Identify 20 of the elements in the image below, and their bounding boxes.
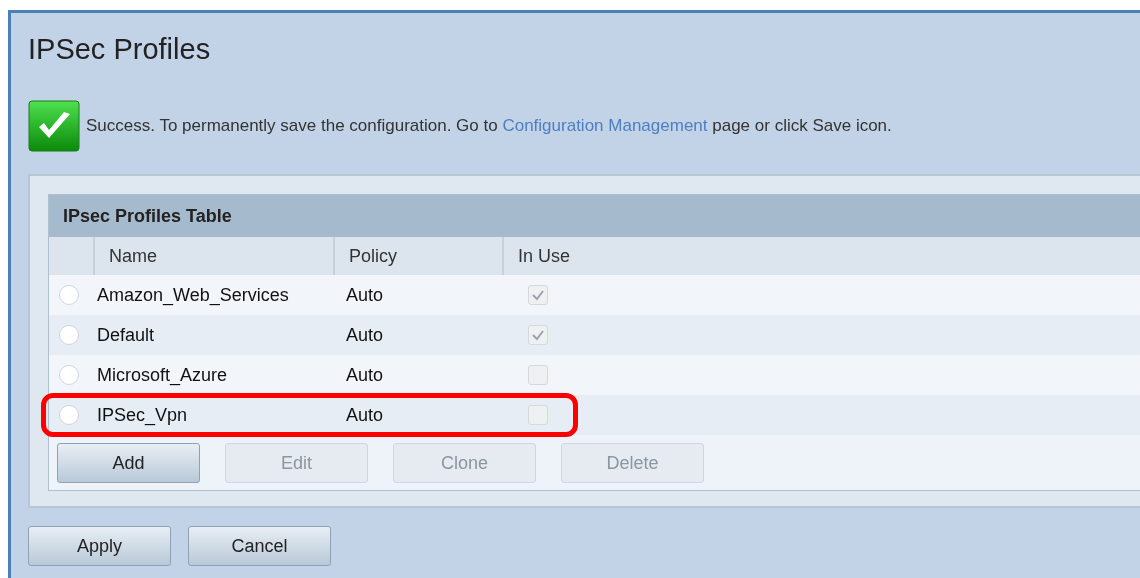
policy-value: Auto: [346, 324, 384, 346]
profile-name: Default: [96, 324, 155, 346]
table-title: IPsec Profiles Table: [63, 205, 232, 227]
policy-value: Auto: [346, 404, 384, 426]
cancel-button[interactable]: Cancel: [188, 526, 331, 566]
row-radio-button[interactable]: [59, 365, 79, 385]
success-message: Success. To permanently save the configuration. Go to Configuration Management page or click Save icon.: [86, 116, 892, 136]
configuration-management-link[interactable]: Configuration Management: [502, 116, 708, 135]
page-title: IPSec Profiles: [28, 33, 211, 66]
profile-name: Amazon_Web_Services: [96, 284, 289, 306]
row-radio-button[interactable]: [59, 405, 79, 425]
row-radio-button[interactable]: [59, 285, 79, 305]
add-button[interactable]: Add: [57, 443, 200, 483]
success-check-icon: [28, 100, 80, 152]
profile-name: Microsoft_Azure: [96, 364, 228, 386]
profile-name: IPSec_Vpn: [96, 404, 188, 426]
policy-value: Auto: [346, 284, 384, 306]
row-radio-button[interactable]: [59, 325, 79, 345]
policy-value: Auto: [346, 364, 384, 386]
apply-button[interactable]: Apply: [28, 526, 171, 566]
